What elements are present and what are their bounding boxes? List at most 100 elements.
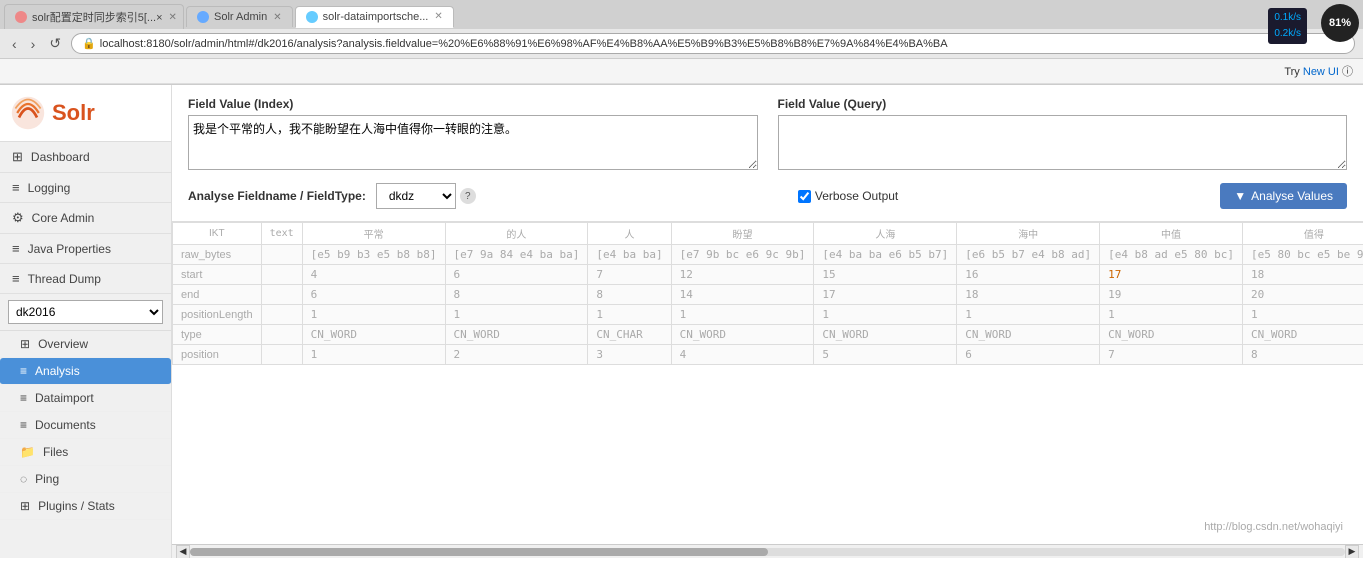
watermark: http://blog.csdn.net/wohaqiyi bbox=[1204, 521, 1343, 533]
tab-label-1: solr配置定时同步索引5[...× bbox=[32, 9, 163, 25]
label-position: position bbox=[173, 345, 262, 365]
cell-end-3: 8 bbox=[588, 285, 671, 305]
sidebar-item-dashboard[interactable]: ⊞ Dashboard bbox=[0, 142, 171, 173]
cell-poslength-0 bbox=[261, 305, 302, 325]
cell-start-8: 18 bbox=[1242, 265, 1363, 285]
sidebar-item-documents[interactable]: ≡ Documents bbox=[0, 412, 171, 439]
tab-3[interactable]: solr-dataimportsche... ✕ bbox=[295, 6, 454, 28]
analyse-btn-label: Analyse Values bbox=[1251, 189, 1333, 203]
dataimport-icon: ≡ bbox=[20, 391, 27, 405]
analysis-table-area: IKT text 平常 的人 人 盼望 人海 海中 中值 值得 [e4 bbox=[172, 222, 1363, 544]
analyse-values-button[interactable]: ▼ Analyse Values bbox=[1220, 183, 1347, 209]
sidebar-item-core-admin[interactable]: ⚙ Core Admin bbox=[0, 203, 171, 234]
sidebar-label-logging: Logging bbox=[28, 181, 71, 195]
col-header-ren: 人 bbox=[588, 223, 671, 245]
label-start: start bbox=[173, 265, 262, 285]
field-value-index-input[interactable]: 我是个平常的人，我不能盼望在人海中值得你一转眼的注意。 bbox=[188, 115, 758, 170]
table-row-end: end 6 8 8 14 17 18 19 20 24 bbox=[173, 285, 1363, 305]
plugins-icon: ⊞ bbox=[20, 499, 30, 513]
overview-icon: ⊞ bbox=[20, 337, 30, 351]
cell-position-7: 7 bbox=[1100, 345, 1243, 365]
verbose-checkbox[interactable] bbox=[798, 190, 811, 203]
label-position-length: positionLength bbox=[173, 305, 262, 325]
tab-close-1[interactable]: ✕ bbox=[169, 12, 177, 23]
sidebar-label-documents: Documents bbox=[35, 418, 96, 432]
new-ui-link[interactable]: New UI bbox=[1303, 66, 1339, 78]
help-icon[interactable]: ? bbox=[460, 188, 476, 204]
field-value-index-group: Field Value (Index) 我是个平常的人，我不能盼望在人海中值得你… bbox=[188, 97, 758, 173]
scroll-track[interactable] bbox=[190, 548, 1345, 556]
sidebar-label-java-properties: Java Properties bbox=[28, 242, 111, 256]
sidebar-label-core-admin: Core Admin bbox=[32, 211, 95, 225]
cell-start-3: 7 bbox=[588, 265, 671, 285]
cell-raw-bytes-6: [e6 b5 b7 e4 b8 ad] bbox=[957, 245, 1100, 265]
sidebar-item-ping[interactable]: ◌ Ping bbox=[0, 466, 171, 493]
cell-type-3: CN_CHAR bbox=[588, 325, 671, 345]
cell-type-7: CN_WORD bbox=[1100, 325, 1243, 345]
cell-type-1: CN_WORD bbox=[302, 325, 445, 345]
sidebar-item-thread-dump[interactable]: ≡ Thread Dump bbox=[0, 264, 171, 294]
tab-2[interactable]: Solr Admin ✕ bbox=[186, 6, 293, 27]
sidebar-label-overview: Overview bbox=[38, 337, 88, 351]
field-row: Field Value (Index) 我是个平常的人，我不能盼望在人海中值得你… bbox=[188, 97, 1347, 173]
label-end: end bbox=[173, 285, 262, 305]
cell-raw-bytes-5: [e4 ba ba e6 b5 b7] bbox=[814, 245, 957, 265]
cell-raw-bytes-2: [e7 9a 84 e4 ba ba] bbox=[445, 245, 588, 265]
cell-poslength-2: 1 bbox=[445, 305, 588, 325]
core-select[interactable]: dk2016 bbox=[8, 300, 163, 324]
main-content: Field Value (Index) 我是个平常的人，我不能盼望在人海中值得你… bbox=[172, 85, 1363, 558]
sidebar-label-dataimport: Dataimport bbox=[35, 391, 94, 405]
url-bar[interactable]: 🔒 localhost:8180/solr/admin/html#/dk2016… bbox=[71, 33, 1355, 54]
sidebar-item-analysis[interactable]: ≡ Analysis bbox=[0, 358, 171, 385]
sidebar-label-plugins: Plugins / Stats bbox=[38, 499, 115, 513]
cell-start-0 bbox=[261, 265, 302, 285]
sidebar-item-overview[interactable]: ⊞ Overview bbox=[0, 331, 171, 358]
cell-position-0 bbox=[261, 345, 302, 365]
cell-poslength-1: 1 bbox=[302, 305, 445, 325]
files-icon: 📁 bbox=[20, 445, 35, 459]
fieldname-select-wrapper: dkdz ? bbox=[376, 183, 476, 209]
sidebar-item-logging[interactable]: ≡ Logging bbox=[0, 173, 171, 203]
sidebar-label-thread-dump: Thread Dump bbox=[28, 272, 101, 286]
solr-logo-svg bbox=[10, 95, 46, 131]
cell-end-1: 6 bbox=[302, 285, 445, 305]
forward-button[interactable]: › bbox=[27, 34, 40, 54]
cell-start-4: 12 bbox=[671, 265, 814, 285]
cell-end-5: 17 bbox=[814, 285, 957, 305]
sidebar-item-files[interactable]: 📁 Files bbox=[0, 439, 171, 466]
tab-close-3[interactable]: ✕ bbox=[434, 11, 442, 22]
analysis-form: Field Value (Index) 我是个平常的人，我不能盼望在人海中值得你… bbox=[172, 85, 1363, 222]
refresh-button[interactable]: ↺ bbox=[45, 33, 65, 54]
java-props-icon: ≡ bbox=[12, 241, 20, 256]
core-selector[interactable]: dk2016 bbox=[0, 294, 171, 331]
label-raw-bytes: raw_bytes bbox=[173, 245, 262, 265]
col-header-zhide: 值得 bbox=[1242, 223, 1363, 245]
sidebar: Solr ⊞ Dashboard ≡ Logging ⚙ Core Admin … bbox=[0, 85, 172, 558]
fieldname-row: Analyse Fieldname / FieldType: dkdz ? Ve… bbox=[188, 183, 1347, 209]
cell-poslength-7: 1 bbox=[1100, 305, 1243, 325]
sidebar-item-dataimport[interactable]: ≡ Dataimport bbox=[0, 385, 171, 412]
tab-close-2[interactable]: ✕ bbox=[273, 12, 281, 23]
cell-start-7: 17 bbox=[1100, 265, 1243, 285]
scroll-left-button[interactable]: ◀ bbox=[176, 545, 190, 559]
cell-position-6: 6 bbox=[957, 345, 1100, 365]
sidebar-item-java-properties[interactable]: ≡ Java Properties bbox=[0, 234, 171, 264]
network-down: 0.2k/s bbox=[1274, 26, 1301, 42]
scroll-thumb[interactable] bbox=[190, 548, 768, 556]
tab-1[interactable]: solr配置定时同步索引5[...× ✕ bbox=[4, 4, 184, 29]
cell-type-5: CN_WORD bbox=[814, 325, 957, 345]
scroll-right-button[interactable]: ▶ bbox=[1345, 545, 1359, 559]
col-header-renhai: 人海 bbox=[814, 223, 957, 245]
cell-type-2: CN_WORD bbox=[445, 325, 588, 345]
network-up: 0.1k/s bbox=[1274, 10, 1301, 26]
cell-raw-bytes-8: [e5 80 bc e5 be 97] bbox=[1242, 245, 1363, 265]
back-button[interactable]: ‹ bbox=[8, 34, 21, 54]
field-value-query-group: Field Value (Query) bbox=[778, 97, 1348, 173]
battery-indicator: 81% bbox=[1321, 4, 1359, 42]
fieldname-select[interactable]: dkdz bbox=[376, 183, 456, 209]
field-value-query-input[interactable] bbox=[778, 115, 1348, 170]
sidebar-item-plugins-stats[interactable]: ⊞ Plugins / Stats bbox=[0, 493, 171, 520]
core-admin-icon: ⚙ bbox=[12, 210, 24, 226]
tab-bar: solr配置定时同步索引5[...× ✕ Solr Admin ✕ solr-d… bbox=[0, 0, 1363, 29]
url-text: localhost:8180/solr/admin/html#/dk2016/a… bbox=[100, 38, 948, 50]
